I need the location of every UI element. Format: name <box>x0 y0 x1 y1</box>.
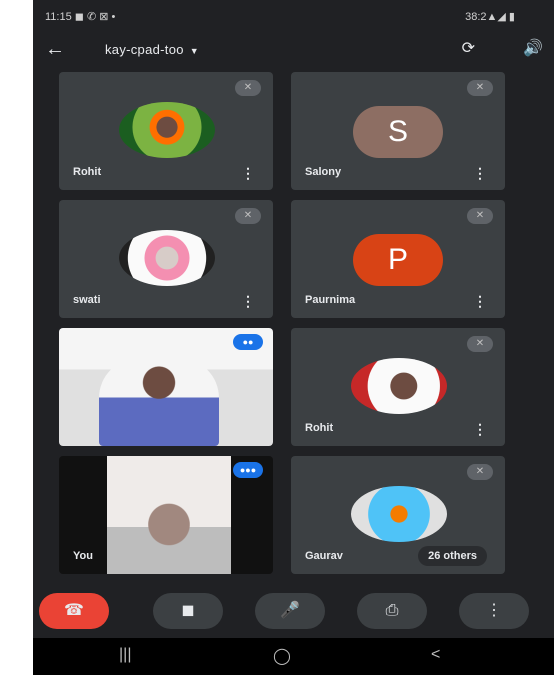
mic-off-icon: ✕ <box>467 80 493 96</box>
others-count-badge[interactable]: 26 others <box>418 546 487 566</box>
avatar <box>119 102 215 158</box>
more-options-icon[interactable]: ⋮ <box>473 421 487 438</box>
recent-apps-icon[interactable]: ||| <box>119 646 131 664</box>
avatar-initial: P <box>353 234 443 286</box>
video-feed <box>99 358 219 446</box>
more-options-icon[interactable]: ⋮ <box>473 165 487 182</box>
phone-screen: 11:15 ◼ ✆ ⊠ • 38:2▲◢ ▮ ← kay-cpad-too ▼ ⟳… <box>33 0 554 675</box>
mic-off-icon: ✕ <box>467 464 493 480</box>
meeting-code: kay-cpad-too <box>105 42 184 57</box>
initial-letter: P <box>387 243 408 276</box>
mic-off-icon: ✕ <box>235 208 261 224</box>
participant-name: You <box>73 550 93 562</box>
camera-switch-icon[interactable]: ⟳ <box>462 38 475 58</box>
status-right: 38:2▲◢ ▮ <box>465 11 515 23</box>
camera-toggle-button[interactable]: ◼ <box>153 593 223 629</box>
participant-tile[interactable]: ✕ Rohit ⋮ <box>291 328 505 446</box>
self-view-tile[interactable]: ●●● You <box>59 456 273 574</box>
back-arrow-icon[interactable]: ← <box>45 38 65 61</box>
speaking-indicator-icon: ●● <box>233 334 263 350</box>
status-left: 11:15 ◼ ✆ ⊠ • <box>45 11 116 23</box>
camera-icon: ◼ <box>181 602 195 619</box>
participant-name: Rohit <box>305 422 334 434</box>
participant-video-tile[interactable]: ●● <box>59 328 273 446</box>
mic-off-icon: ✕ <box>467 208 493 224</box>
participant-name: Salony <box>305 166 342 178</box>
participant-name: Gaurav <box>305 550 343 562</box>
participant-tile[interactable]: ✕ P Paurnima ⋮ <box>291 200 505 318</box>
avatar <box>351 358 447 414</box>
present-icon: ⎙ <box>385 602 399 619</box>
more-options-icon[interactable]: ⋮ <box>473 293 487 310</box>
end-call-button[interactable]: ☎ <box>39 593 109 629</box>
self-mic-indicator-icon: ●●● <box>233 462 263 478</box>
self-video-feed <box>107 456 231 574</box>
speaker-icon[interactable]: 🔊 <box>523 38 543 58</box>
more-options-button[interactable]: ⋮ <box>459 593 529 629</box>
initial-letter: S <box>387 115 408 148</box>
call-controls: ☎ ◼ 🎤 ⎙ ⋮ <box>33 583 554 635</box>
avatar <box>351 486 447 542</box>
back-icon[interactable]: < <box>431 646 440 664</box>
status-bar: 11:15 ◼ ✆ ⊠ • 38:2▲◢ ▮ <box>33 0 554 34</box>
meeting-title[interactable]: kay-cpad-too ▼ <box>105 42 199 57</box>
home-icon[interactable]: ◯ <box>273 646 291 666</box>
caret-down-icon: ▼ <box>189 46 199 56</box>
participant-tile[interactable]: ✕ swati ⋮ <box>59 200 273 318</box>
participant-name: swati <box>73 294 101 306</box>
mic-off-icon: ✕ <box>467 336 493 352</box>
present-button[interactable]: ⎙ <box>357 593 427 629</box>
participant-name: Paurnima <box>305 294 356 306</box>
mic-off-icon: ✕ <box>235 80 261 96</box>
more-options-icon[interactable]: ⋮ <box>241 293 255 310</box>
mic-icon: 🎤 <box>280 602 300 619</box>
avatar-initial: S <box>353 106 443 158</box>
app-bar: ← kay-cpad-too ▼ ⟳ 🔊 <box>33 34 554 68</box>
system-nav-bar: ||| ◯ < <box>33 638 554 675</box>
more-options-icon[interactable]: ⋮ <box>241 165 255 182</box>
mic-toggle-button[interactable]: 🎤 <box>255 593 325 629</box>
participant-tile[interactable]: ✕ Gaurav 26 others <box>291 456 505 574</box>
participant-tile[interactable]: ✕ S Salony ⋮ <box>291 72 505 190</box>
avatar <box>119 230 215 286</box>
more-vert-icon: ⋮ <box>486 602 502 619</box>
participant-tile[interactable]: ✕ Rohit ⋮ <box>59 72 273 190</box>
participant-name: Rohit <box>73 166 102 178</box>
end-call-icon: ☎ <box>64 602 84 619</box>
